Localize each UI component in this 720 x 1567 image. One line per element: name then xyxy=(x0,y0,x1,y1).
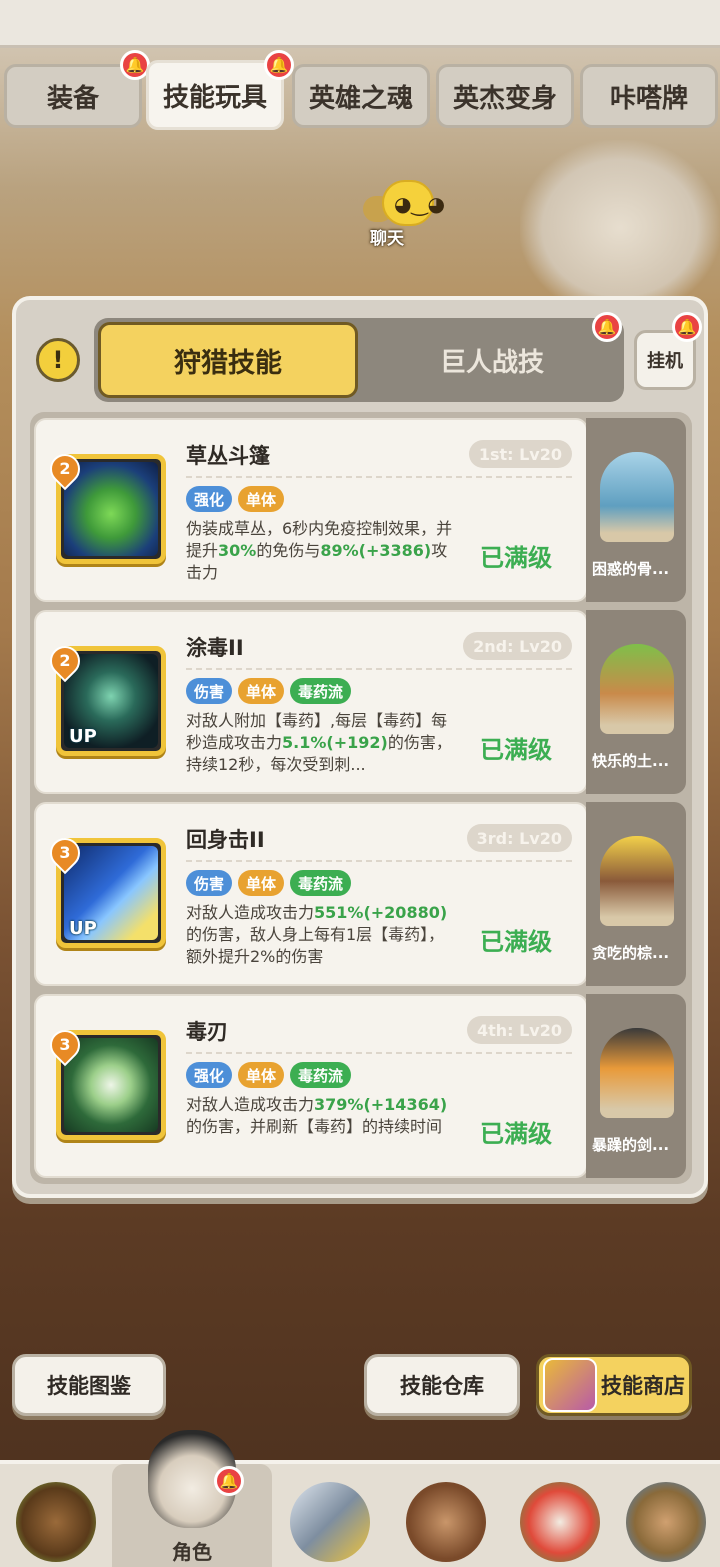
skill-level: 4th: Lv20 xyxy=(466,1016,572,1044)
tag: 毒药流 xyxy=(290,870,352,896)
notification-bell-icon: 🔔 xyxy=(214,1466,244,1496)
pet-tiger-icon xyxy=(600,1028,674,1118)
nav-companion[interactable] xyxy=(8,1474,104,1566)
pet-slot[interactable]: 贪吃的棕... xyxy=(586,802,686,986)
tag: 毒药流 xyxy=(290,1062,352,1088)
skill-card[interactable]: UP 2 涂毒II 2nd: Lv20 伤害 单体 毒药流 对敌人附加【毒药】,… xyxy=(34,610,588,794)
tag: 伤害 xyxy=(186,678,233,704)
max-level-status: 已满级 xyxy=(480,544,552,572)
chat-label: 聊天 xyxy=(370,229,404,249)
hunt-skills-tab[interactable]: 狩猎技能 xyxy=(98,322,358,398)
pet-slot[interactable]: 暴躁的剑... xyxy=(586,994,686,1178)
skill-tags: 伤害 单体 毒药流 xyxy=(186,678,352,704)
skill-description: 对敌人附加【毒药】,每层【毒药】每秒造成攻击力5.1%(+192)的伤害，持续1… xyxy=(186,711,452,774)
tab-bar: 装备 🔔 技能玩具 🔔 英雄之魂 英杰变身 咔嗒牌 xyxy=(0,50,720,130)
tag: 伤害 xyxy=(186,870,233,896)
tab-label: 装备 xyxy=(46,83,99,114)
tag: 单体 xyxy=(238,870,285,896)
skill-level: 1st: Lv20 xyxy=(468,440,572,468)
skill-list: 2 草丛斗篷 1st: Lv20 强化 单体 伪装成草丛，6秒内免疫控制效果，并… xyxy=(30,412,692,1184)
skill-card[interactable]: 3 毒刃 4th: Lv20 强化 单体 毒药流 对敌人造成攻击力379%(+1… xyxy=(34,994,588,1178)
notification-bell-icon: 🔔 xyxy=(592,312,622,342)
bear-icon xyxy=(16,1482,96,1562)
nav-adventure[interactable] xyxy=(618,1474,714,1566)
warrior-icon xyxy=(406,1482,486,1562)
skill-warehouse-button[interactable]: 技能仓库 xyxy=(364,1354,520,1416)
tab-hero-soul[interactable]: 英雄之魂 xyxy=(292,64,430,128)
skill-tags: 强化 单体 毒药流 xyxy=(186,1062,352,1088)
pet-slot[interactable]: 快乐的土... xyxy=(586,610,686,794)
skill-codex-button[interactable]: 技能图鉴 xyxy=(12,1354,166,1416)
pet-name: 贪吃的棕... xyxy=(592,944,670,962)
nav-label: 角色 xyxy=(172,1540,212,1564)
pet-dinosaur-icon xyxy=(600,452,674,542)
chat-button[interactable]: ◕‿◕ 聊天 xyxy=(360,178,445,249)
totem-icon xyxy=(626,1482,706,1562)
nav-heroes[interactable] xyxy=(398,1474,494,1566)
tab-label: 技能玩具 xyxy=(162,82,267,113)
skill-name: 回身击II xyxy=(186,828,265,852)
tab-label: 英杰变身 xyxy=(452,83,557,114)
skill-shop-button[interactable]: 技能商店 xyxy=(536,1354,692,1416)
tab-skill-toys[interactable]: 技能玩具 xyxy=(146,60,284,130)
pet-plant-icon xyxy=(600,644,674,734)
top-bar xyxy=(0,0,720,48)
tab-click-cards[interactable]: 咔嗒牌 xyxy=(580,64,718,128)
bottom-nav: 🔔 角色 xyxy=(0,1430,720,1567)
upgrade-label: UP xyxy=(69,918,97,939)
tab-equipment[interactable]: 装备 xyxy=(4,64,142,128)
tag: 强化 xyxy=(186,486,233,512)
tab-label: 英雄之魂 xyxy=(308,83,413,114)
pet-name: 快乐的土... xyxy=(592,752,670,770)
divider xyxy=(186,668,572,670)
tag: 单体 xyxy=(238,1062,285,1088)
upgrade-label: UP xyxy=(69,726,97,747)
skill-name: 草丛斗篷 xyxy=(186,444,270,468)
tag: 单体 xyxy=(238,678,285,704)
max-level-status: 已满级 xyxy=(480,736,552,764)
tab-hero-transform[interactable]: 英杰变身 xyxy=(436,64,574,128)
background-skull xyxy=(520,140,720,300)
skill-level: 2nd: Lv20 xyxy=(463,632,572,660)
tag: 毒药流 xyxy=(290,678,352,704)
pet-name: 困惑的骨... xyxy=(592,560,670,578)
divider xyxy=(186,476,572,478)
pet-slot[interactable]: 困惑的骨... xyxy=(586,418,686,602)
skill-level: 3rd: Lv20 xyxy=(466,824,572,852)
skill-description: 伪装成草丛，6秒内免疫控制效果，并提升30%的免伤与89%(+3386)攻击力 xyxy=(186,519,453,582)
skill-description: 对敌人造成攻击力551%(+20880)的伤害，敌人身上每有1层【毒药】，额外提… xyxy=(186,903,448,966)
skill-name: 毒刃 xyxy=(186,1020,228,1044)
skill-type-switch: 狩猎技能 巨人战技 xyxy=(94,318,624,402)
skill-description: 对敌人造成攻击力379%(+14364)的伤害，并刷新【毒药】的持续时间 xyxy=(186,1095,448,1136)
giant-skills-tab[interactable]: 巨人战技 xyxy=(364,322,620,398)
skill-tags: 伤害 单体 毒药流 xyxy=(186,870,352,896)
nav-character[interactable]: 🔔 角色 xyxy=(112,1430,272,1567)
nav-weapons[interactable] xyxy=(282,1474,378,1566)
notification-bell-icon: 🔔 xyxy=(264,50,294,80)
tag: 强化 xyxy=(186,1062,233,1088)
tag: 单体 xyxy=(238,486,285,512)
skill-tags: 强化 单体 xyxy=(186,486,285,512)
sword-icon xyxy=(290,1482,370,1562)
skill-panel: ! 狩猎技能 巨人战技 🔔 挂机 🔔 2 草丛斗篷 1st: Lv20 强化 单… xyxy=(12,296,708,1198)
divider xyxy=(186,1052,572,1054)
skill-card[interactable]: UP 3 回身击II 3rd: Lv20 伤害 单体 毒药流 对敌人造成攻击力5… xyxy=(34,802,588,986)
pet-name: 暴躁的剑... xyxy=(592,1136,670,1154)
skill-name: 涂毒II xyxy=(186,636,244,660)
skill-card[interactable]: 2 草丛斗篷 1st: Lv20 强化 单体 伪装成草丛，6秒内免疫控制效果，并… xyxy=(34,418,588,602)
tab-label: 咔嗒牌 xyxy=(609,83,688,114)
max-level-status: 已满级 xyxy=(480,1120,552,1148)
dragon-egg-icon xyxy=(520,1482,600,1562)
notification-bell-icon: 🔔 xyxy=(672,312,702,342)
max-level-status: 已满级 xyxy=(480,928,552,956)
info-icon[interactable]: ! xyxy=(36,338,80,382)
shop-icon xyxy=(543,1358,597,1412)
divider xyxy=(186,860,572,862)
pet-bear-icon xyxy=(600,836,674,926)
nav-pets[interactable] xyxy=(512,1474,608,1566)
